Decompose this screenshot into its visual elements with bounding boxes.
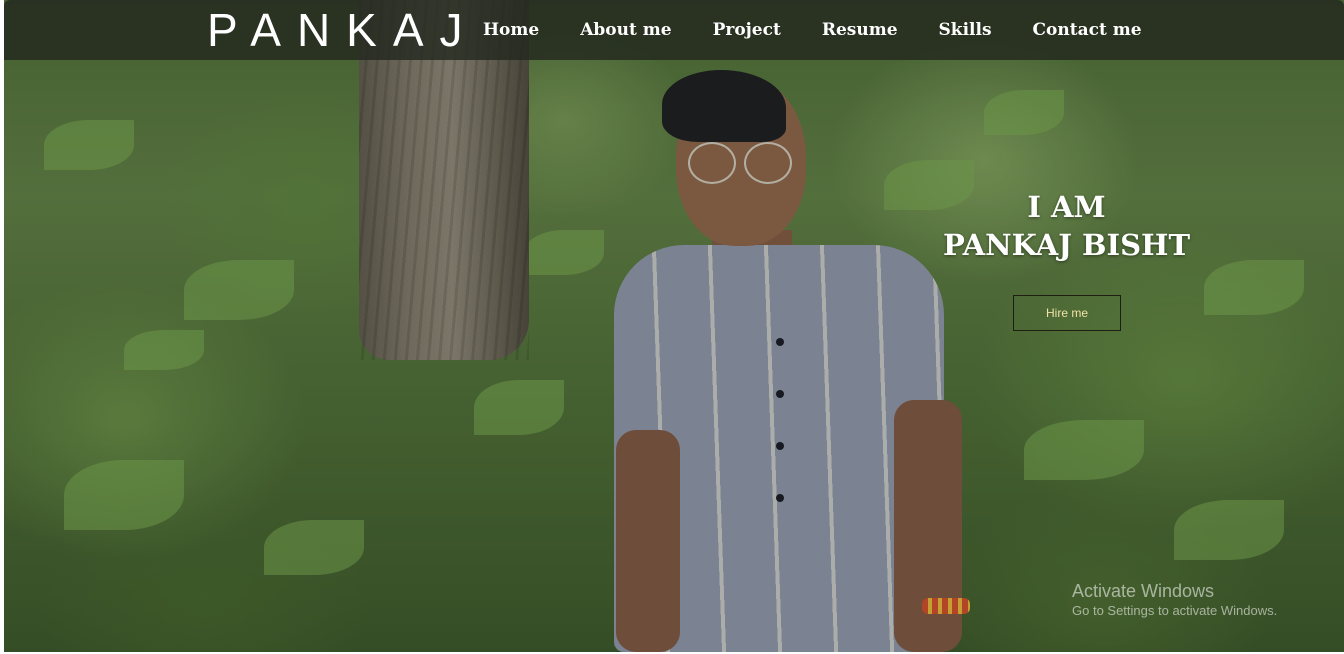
hero-background-image — [4, 0, 1344, 652]
page-frame: PANKAJ Home About me Project Resume Skil… — [4, 0, 1344, 652]
nav-skills-link[interactable]: Skills — [939, 18, 992, 42]
nav-resume-link[interactable]: Resume — [822, 18, 898, 42]
top-navbar: PANKAJ Home About me Project Resume Skil… — [4, 0, 1344, 60]
windows-activation-watermark: Activate Windows Go to Settings to activ… — [1072, 580, 1277, 620]
hero-heading-line1: I AM — [1027, 190, 1106, 224]
hero-heading-line2: PANKAJ BISHT — [942, 228, 1191, 262]
watermark-subtitle: Go to Settings to activate Windows. — [1072, 603, 1278, 618]
nav-project-link[interactable]: Project — [713, 18, 781, 42]
nav-home-link[interactable]: Home — [483, 18, 539, 42]
nav-contact-link[interactable]: Contact me — [1033, 18, 1142, 42]
watermark-title: Activate Windows — [1072, 581, 1215, 601]
main-nav: Home About me Project Resume Skills Cont… — [483, 18, 1183, 42]
brand-logo[interactable]: PANKAJ — [207, 4, 479, 56]
hire-me-button[interactable]: Hire me — [1013, 295, 1121, 331]
nav-about-link[interactable]: About me — [580, 18, 671, 42]
hero-heading: I AM PANKAJ BISHT — [934, 188, 1199, 264]
